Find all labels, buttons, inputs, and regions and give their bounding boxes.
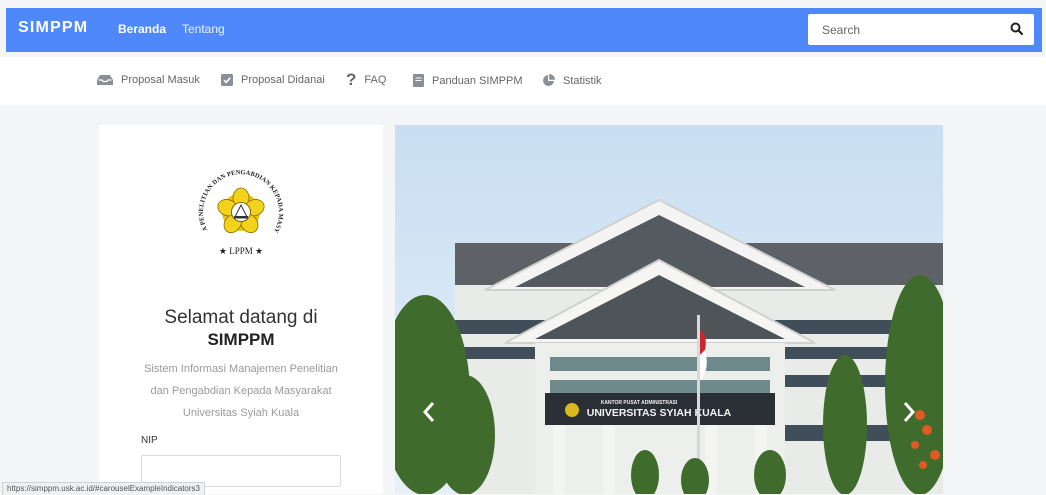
welcome-text: Selamat datang di — [164, 307, 318, 328]
menu-proposal-masuk[interactable]: Proposal Masuk — [97, 74, 200, 86]
menu-label: FAQ — [364, 74, 387, 86]
menu-label: Panduan SIMPPM — [432, 74, 523, 87]
app-name: SIMPPM — [207, 330, 275, 349]
browser-status-url: https://simppm.usk.ac.id/#carouselExampl… — [2, 482, 205, 495]
login-panel: LEMBAGA PENELITIAN DAN PENGABDIAN KEPADA… — [99, 125, 383, 494]
menu-label: Proposal Didanai — [241, 74, 325, 86]
book-icon — [413, 74, 424, 87]
desc-line: dan Pengabdian Kepada Masyarakat — [150, 385, 332, 397]
brand-logo-text[interactable]: SIMPPM — [18, 19, 88, 37]
search-input[interactable] — [820, 22, 1004, 38]
menu-statistik[interactable]: Statistik — [542, 74, 602, 87]
search-icon — [1010, 22, 1024, 36]
app-description: Sistem Informasi Manajemen Penelitian da… — [135, 358, 347, 424]
desc-line: Sistem Informasi Manajemen Penelitian — [144, 363, 338, 375]
nip-label: NIP — [141, 435, 158, 446]
search-button[interactable] — [1008, 20, 1026, 38]
campus-building-photo: KANTOR PUSAT ADMINISTRASI UNIVERSITAS SY… — [395, 125, 943, 494]
nav-link-beranda[interactable]: Beranda — [118, 22, 166, 36]
carousel-prev-icon[interactable] — [419, 397, 439, 427]
menu-panduan[interactable]: Panduan SIMPPM — [413, 74, 523, 87]
check-square-icon — [221, 74, 233, 86]
question-icon: ? — [346, 70, 357, 89]
inbox-icon — [97, 75, 113, 85]
carousel-next-icon[interactable] — [899, 397, 919, 427]
sign-small: KANTOR PUSAT ADMINISTRASI — [601, 400, 678, 406]
menu-faq[interactable]: ? FAQ — [346, 70, 387, 89]
menu-label: Proposal Masuk — [121, 74, 200, 86]
pie-chart-icon — [543, 74, 555, 86]
nav-link-tentang[interactable]: Tentang — [182, 22, 225, 36]
svg-text:★ LPPM ★: ★ LPPM ★ — [219, 246, 263, 256]
desc-line: Universitas Syiah Kuala — [182, 407, 300, 419]
menu-proposal-didanai[interactable]: Proposal Didanai — [221, 74, 325, 86]
search-box — [808, 14, 1034, 45]
image-carousel[interactable]: KANTOR PUSAT ADMINISTRASI UNIVERSITAS SY… — [395, 125, 943, 494]
sign-main: UNIVERSITAS SYIAH KUALA — [587, 407, 732, 419]
lppm-logo: LEMBAGA PENELITIAN DAN PENGABDIAN KEPADA… — [191, 165, 284, 256]
secondary-nav: Proposal Masuk Proposal Didanai ? FAQ Pa… — [0, 57, 1046, 105]
menu-label: Statistik — [563, 74, 602, 87]
top-navbar: SIMPPM Beranda Tentang — [6, 8, 1042, 52]
